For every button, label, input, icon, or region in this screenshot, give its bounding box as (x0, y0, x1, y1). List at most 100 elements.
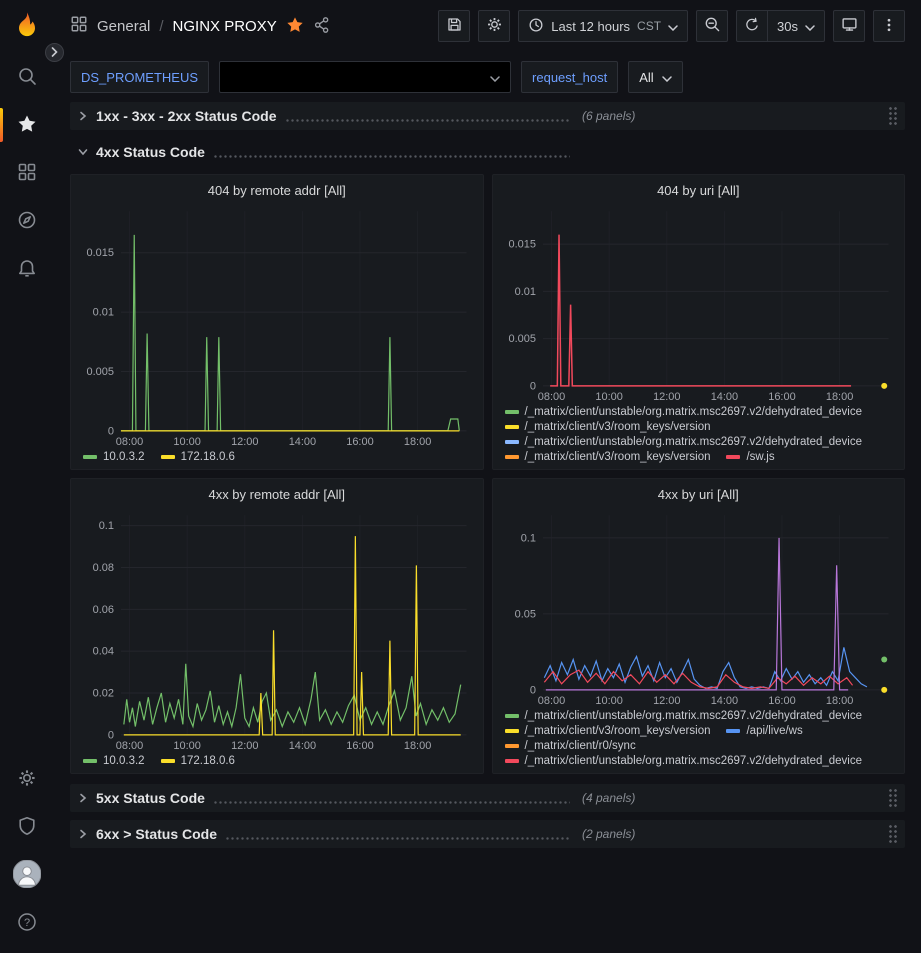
chart-legend: 10.0.3.2 172.18.0.6 (77, 753, 477, 771)
svg-text:18:00: 18:00 (404, 436, 431, 448)
legend-item[interactable]: /_matrix/client/v3/room_keys/version (505, 725, 711, 737)
legend-item[interactable]: /_matrix/client/unstable/org.matrix.msc2… (505, 436, 863, 448)
chevron-right-icon (78, 111, 88, 121)
dashboard-title[interactable]: NGINX PROXY (173, 18, 277, 35)
magnifier-minus-icon (704, 16, 721, 36)
legend-item[interactable]: /sw.js (726, 451, 774, 463)
expand-menu-button[interactable] (45, 43, 64, 62)
row-6xx[interactable]: 6xx > Status Code (2 panels) (70, 820, 905, 848)
timeseries-chart[interactable]: 08:0010:0012:0014:0016:0018:0000.0050.01… (499, 205, 899, 404)
panel-count: (2 panels) (582, 827, 635, 841)
legend-item[interactable]: /_matrix/client/unstable/org.matrix.msc2… (505, 710, 863, 722)
sidebar-item-starred[interactable] (0, 101, 54, 149)
sidebar-item-help[interactable]: ? (0, 899, 54, 947)
panel-title[interactable]: 404 by remote addr [All] (77, 175, 477, 205)
cycle-view-mode-button[interactable] (833, 10, 865, 42)
timeseries-chart[interactable]: 08:0010:0012:0014:0016:0018:0000.0050.01… (77, 205, 477, 449)
more-options-button[interactable] (873, 10, 905, 42)
row-drag-handle[interactable] (888, 788, 898, 808)
svg-text:0.05: 0.05 (514, 608, 535, 620)
refresh-interval-picker[interactable]: 30s (768, 10, 825, 42)
sidebar-item-dashboards[interactable] (0, 149, 54, 197)
chevron-right-icon (51, 45, 58, 60)
row-4xx[interactable]: 4xx Status Code (70, 138, 905, 166)
timeseries-chart[interactable]: 08:0010:0012:0014:0016:0018:0000.050.1 (499, 509, 899, 708)
avatar (13, 860, 41, 891)
panel-title[interactable]: 404 by uri [All] (499, 175, 899, 205)
request-host-picker[interactable]: All (628, 61, 682, 93)
legend-item[interactable]: /_matrix/client/v3/room_keys/version (505, 421, 711, 433)
legend-item[interactable]: /_matrix/client/v3/room_keys/version (505, 451, 711, 463)
sidebar-item-alerting[interactable] (0, 245, 54, 293)
series-color-marker (505, 455, 519, 459)
row-title: 6xx > Status Code (96, 826, 217, 842)
dotted-leader (285, 119, 570, 122)
legend-label: 172.18.0.6 (181, 755, 235, 767)
refresh-interval-label: 30s (777, 19, 798, 34)
svg-text:10:00: 10:00 (173, 436, 200, 448)
legend-item[interactable]: 172.18.0.6 (161, 755, 235, 767)
row-5xx[interactable]: 5xx Status Code (4 panels) (70, 784, 905, 812)
panel-title[interactable]: 4xx by remote addr [All] (77, 479, 477, 509)
legend-label: 172.18.0.6 (181, 451, 235, 463)
row-drag-handle[interactable] (888, 106, 898, 126)
sidebar-item-profile[interactable] (0, 851, 54, 899)
chevron-down-icon (490, 70, 500, 85)
sidebar-item-search[interactable] (0, 53, 54, 101)
time-range-picker[interactable]: Last 12 hours CST (518, 10, 688, 42)
svg-text:10:00: 10:00 (595, 695, 622, 707)
kebab-menu-icon (881, 17, 897, 36)
sidebar: ? (0, 0, 54, 953)
sidebar-item-server-admin[interactable] (0, 803, 54, 851)
datasource-picker[interactable] (219, 61, 511, 93)
series-color-marker (505, 759, 519, 763)
dashboard-settings-button[interactable] (478, 10, 510, 42)
panel-4xx-by-remote-addr: 4xx by remote addr [All] 08:0010:0012:00… (70, 478, 484, 774)
panel-title[interactable]: 4xx by uri [All] (499, 479, 899, 509)
zoom-out-time-button[interactable] (696, 10, 728, 42)
svg-text:16:00: 16:00 (346, 436, 373, 448)
timezone-label: CST (637, 19, 661, 33)
breadcrumb-section[interactable]: General (97, 18, 150, 35)
chevron-right-icon (78, 793, 88, 803)
request-host-value: All (639, 70, 653, 85)
svg-text:0.1: 0.1 (99, 520, 114, 532)
svg-text:0.06: 0.06 (93, 604, 114, 616)
sidebar-item-configuration[interactable] (0, 755, 54, 803)
legend-item[interactable]: 10.0.3.2 (83, 755, 145, 767)
share-button[interactable] (313, 16, 331, 37)
row-title-group: 6xx > Status Code (70, 826, 570, 842)
series-color-marker (83, 759, 97, 763)
grafana-logo[interactable] (12, 10, 42, 43)
sidebar-item-explore[interactable] (0, 197, 54, 245)
legend-item[interactable]: /_matrix/client/unstable/org.matrix.msc2… (505, 406, 863, 418)
legend-item[interactable]: /api/live/ws (726, 725, 802, 737)
favorite-star-button[interactable] (286, 16, 304, 37)
sidebar-nav-bottom: ? (0, 755, 54, 947)
legend-label: /_matrix/client/unstable/org.matrix.msc2… (525, 406, 863, 418)
gear-icon (17, 768, 37, 791)
svg-text:0: 0 (108, 425, 114, 437)
row-title: 5xx Status Code (96, 790, 205, 806)
row-1xx-3xx-2xx[interactable]: 1xx - 3xx - 2xx Status Code (6 panels) (70, 102, 905, 130)
help-icon: ? (17, 912, 37, 935)
legend-label: /_matrix/client/v3/room_keys/version (525, 421, 711, 433)
legend-item[interactable]: /_matrix/client/r0/sync (505, 740, 636, 752)
svg-text:18:00: 18:00 (825, 391, 852, 403)
legend-item[interactable]: 10.0.3.2 (83, 451, 145, 463)
legend-item[interactable]: 172.18.0.6 (161, 451, 235, 463)
svg-text:0.015: 0.015 (508, 239, 535, 251)
refresh-button[interactable] (736, 10, 768, 42)
row-title: 1xx - 3xx - 2xx Status Code (96, 108, 277, 124)
row-drag-handle[interactable] (888, 824, 898, 844)
row-title: 4xx Status Code (96, 144, 205, 160)
panel-count: (4 panels) (582, 791, 635, 805)
legend-item[interactable]: /_matrix/client/unstable/org.matrix.msc2… (505, 755, 863, 767)
timeseries-chart[interactable]: 08:0010:0012:0014:0016:0018:0000.020.040… (77, 509, 477, 753)
legend-label: 10.0.3.2 (103, 451, 145, 463)
svg-text:10:00: 10:00 (173, 740, 200, 752)
save-dashboard-button[interactable] (438, 10, 470, 42)
panel-count: (6 panels) (582, 109, 635, 123)
grafana-app: ? General / NGINX PROXY (0, 0, 921, 953)
chevron-down-icon (78, 147, 88, 157)
